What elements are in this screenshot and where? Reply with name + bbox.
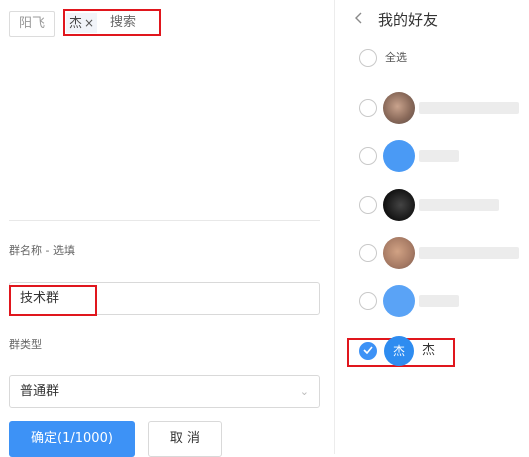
- friend-name-blurred: [419, 247, 519, 259]
- group-type-select[interactable]: 普通群 ⌄: [9, 375, 320, 408]
- confirm-button[interactable]: 确定(1/1000): [9, 421, 135, 457]
- select-all-radio[interactable]: [359, 49, 377, 67]
- chevron-left-icon[interactable]: [353, 10, 375, 30]
- friend-radio[interactable]: [359, 292, 377, 310]
- group-name-label: 群名称 - 选填: [9, 244, 75, 257]
- avatar: [383, 140, 415, 172]
- close-icon[interactable]: ×: [84, 16, 94, 30]
- friend-name: 杰: [422, 343, 436, 358]
- friend-radio[interactable]: [359, 147, 377, 165]
- avatar: [383, 285, 415, 317]
- group-type-value: 普通群: [20, 384, 60, 399]
- left-panel: 阳飞 杰 × 搜索 群名称 - 选填 技术群 群类型 普通群 ⌄ 确定(1/100…: [0, 0, 334, 457]
- divider: [9, 220, 320, 221]
- highlight-box: [9, 285, 97, 316]
- avatar: [383, 92, 415, 124]
- avatar: [383, 189, 415, 221]
- cancel-button[interactable]: 取 消: [148, 421, 222, 457]
- friend-name-blurred: [419, 150, 459, 162]
- search-input[interactable]: 搜索: [110, 13, 136, 33]
- select-all-label[interactable]: 全选: [385, 51, 407, 65]
- chevron-left-icon-glyph: [355, 12, 362, 24]
- friend-name-blurred: [419, 102, 519, 114]
- friend-radio[interactable]: [359, 196, 377, 214]
- friend-radio[interactable]: [359, 244, 377, 262]
- friend-radio[interactable]: [359, 99, 377, 117]
- selected-chip-yangfei[interactable]: 阳飞: [9, 11, 55, 37]
- friend-radio-checked[interactable]: [359, 342, 377, 360]
- check-icon: [363, 346, 373, 355]
- avatar: [383, 237, 415, 269]
- chip-label: 杰: [69, 16, 83, 31]
- friends-panel: 我的好友 全选 杰 杰: [334, 0, 529, 454]
- friend-name-blurred: [419, 199, 499, 211]
- chevron-down-icon: ⌄: [299, 385, 309, 398]
- selected-chip-jie[interactable]: 杰 ×: [66, 13, 98, 33]
- panel-title: 我的好友: [378, 11, 439, 29]
- group-type-label: 群类型: [9, 338, 42, 351]
- avatar-initial: 杰: [384, 336, 414, 366]
- friend-name-blurred: [419, 295, 459, 307]
